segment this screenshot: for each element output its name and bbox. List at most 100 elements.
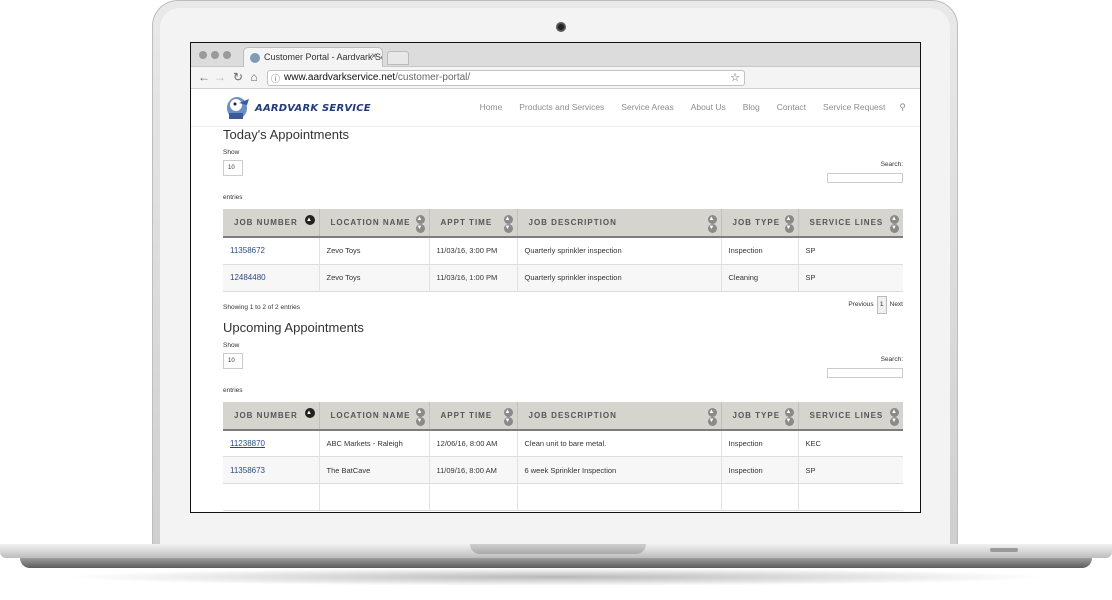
upcoming-show-label: Show <box>223 341 240 349</box>
col-appt-time[interactable]: APPT TIME ▲ ▼ <box>428 401 517 431</box>
aardvark-mascot-icon <box>227 97 249 119</box>
tab-close-icon[interactable]: × <box>371 51 377 62</box>
sort-asc-icon[interactable]: ▲ <box>304 215 315 225</box>
browser-tab-title: Customer Portal - Aardvark Se <box>264 52 383 62</box>
col-location-name[interactable]: LOCATION NAME ▲ ▼ <box>318 209 429 238</box>
site-nav: Home Products and Services Service Areas… <box>463 102 906 113</box>
table-row <box>223 483 903 511</box>
nav-service-request[interactable]: Service Request <box>823 102 885 113</box>
pagination: Previous 1 Next <box>848 295 903 314</box>
logo-text: AARDVARK SERVICE <box>255 103 371 114</box>
pager-next[interactable]: Next <box>890 301 903 308</box>
laptop-base-bottom <box>20 558 1092 568</box>
today-table: JOB NUMBER ▲ LOCATION NAME ▲ ▼ APPT TIME ▲ ▼ … <box>223 209 903 292</box>
col-job-type[interactable]: JOB TYPE ▲ ▼ <box>720 401 798 431</box>
appt-time-cell: 11/09/16, 8:00 AM <box>428 456 517 484</box>
laptop-notch <box>470 544 646 554</box>
pager-page-1[interactable]: 1 <box>876 295 887 314</box>
today-search-input[interactable] <box>827 173 903 183</box>
pager-previous[interactable]: Previous <box>848 301 873 308</box>
camera-icon <box>556 22 566 32</box>
nav-blog[interactable]: Blog <box>743 102 760 113</box>
col-job-description[interactable]: JOB DESCRIPTION ▲ ▼ <box>516 401 721 431</box>
today-table-footer: Showing 1 to 2 of 2 entries Previous 1 N… <box>223 294 903 318</box>
col-job-description[interactable]: JOB DESCRIPTION ▲ ▼ <box>516 209 721 238</box>
col-service-lines[interactable]: SERVICE LINES ▲ ▼ <box>797 401 903 431</box>
minimize-window-icon[interactable] <box>211 51 219 59</box>
job-number-link[interactable]: 11358672 <box>230 246 265 255</box>
site-logo[interactable]: AARDVARK SERVICE <box>225 93 371 121</box>
col-location-name[interactable]: LOCATION NAME ▲ ▼ <box>318 401 429 431</box>
upcoming-search-label: Search: <box>880 355 903 363</box>
nav-contact[interactable]: Contact <box>777 102 806 113</box>
job-number-link[interactable]: 11358673 <box>230 466 265 475</box>
table-row: 11358673 The BatCave 11/09/16, 8:00 AM 6… <box>223 456 903 484</box>
col-job-number[interactable]: JOB NUMBER ▲ <box>223 209 319 238</box>
nav-home[interactable]: Home <box>480 102 503 113</box>
nav-service-areas[interactable]: Service Areas <box>621 102 673 113</box>
service-lines-cell: SP <box>797 237 903 265</box>
location-cell: The BatCave <box>318 456 429 484</box>
info-icon[interactable]: ⓘ <box>271 72 280 85</box>
new-tab-button[interactable] <box>387 51 409 65</box>
sort-asc-icon[interactable]: ▲ <box>304 407 315 418</box>
site-header: AARDVARK SERVICE Home Products and Servi… <box>191 89 920 127</box>
service-lines-cell: SP <box>797 264 903 292</box>
appt-time-cell: 11/03/16, 1:00 PM <box>428 264 517 292</box>
sort-icon[interactable]: ▲ ▼ <box>784 215 795 233</box>
upcoming-title: Upcoming Appointments <box>223 319 364 335</box>
close-window-icon[interactable] <box>199 51 207 59</box>
forward-icon[interactable]: → <box>213 70 227 84</box>
upcoming-entries-label: entries <box>223 386 243 394</box>
address-bar[interactable]: ⓘ www.aardvarkservice.net/customer-porta… <box>267 70 745 86</box>
job-type-cell: Cleaning <box>720 264 798 292</box>
browser-toolbar: ← → ↻ ⌂ ⓘ www.aardvarkservice.net/custom… <box>191 67 920 89</box>
col-appt-time[interactable]: APPT TIME ▲ ▼ <box>428 209 517 238</box>
back-icon[interactable]: ← <box>197 70 211 84</box>
location-cell: Zevo Toys <box>318 237 429 265</box>
col-job-type[interactable]: JOB TYPE ▲ ▼ <box>720 209 798 238</box>
appt-time-cell: 11/03/16, 3:00 PM <box>428 237 517 265</box>
sort-icon[interactable]: ▲ ▼ <box>890 407 900 426</box>
search-icon[interactable]: ⚲ <box>899 102 906 113</box>
laptop-shadow <box>60 568 1052 586</box>
today-search-label: Search: <box>880 161 903 168</box>
sort-icon[interactable]: ▲ ▼ <box>784 407 795 426</box>
table-row: 11358672 Zevo Toys 11/03/16, 3:00 PM Qua… <box>223 237 903 265</box>
nav-about-us[interactable]: About Us <box>691 102 726 113</box>
upcoming-search-input[interactable] <box>827 367 903 378</box>
sort-icon[interactable]: ▲ ▼ <box>415 407 426 426</box>
sort-icon[interactable]: ▲ ▼ <box>707 215 718 233</box>
job-type-cell: Inspection <box>720 237 798 265</box>
today-entries-label: entries <box>223 194 243 201</box>
sort-icon[interactable]: ▲ ▼ <box>890 215 900 233</box>
job-number-link[interactable]: 12484480 <box>230 273 266 282</box>
job-type-cell: Inspection <box>720 429 798 457</box>
upcoming-table: JOB NUMBER ▲ LOCATION NAME ▲ ▼ APPT TIME ▲ ▼ … <box>223 401 903 511</box>
location-cell: Zevo Toys <box>318 264 429 292</box>
col-job-number[interactable]: JOB NUMBER ▲ <box>223 401 319 431</box>
laptop-indicator <box>990 548 1018 552</box>
bookmark-star-icon[interactable]: ☆ <box>730 71 740 85</box>
browser-tab[interactable]: Customer Portal - Aardvark Se × <box>243 47 383 67</box>
url-path: /customer-portal/ <box>395 72 471 83</box>
table-row: 11238870 ABC Markets - Raleigh 12/06/16,… <box>223 429 903 457</box>
today-show-select[interactable]: 10 <box>223 160 243 176</box>
job-description-cell: 6 week Sprinkler Inspection <box>516 456 721 484</box>
favicon-icon <box>250 53 260 63</box>
job-number-link[interactable]: 11238870 <box>230 439 265 448</box>
col-service-lines[interactable]: SERVICE LINES ▲ ▼ <box>797 209 903 238</box>
location-cell: ABC Markets - Raleigh <box>318 429 429 457</box>
nav-products-and-services[interactable]: Products and Services <box>519 102 604 113</box>
upcoming-show-select[interactable]: 10 <box>223 352 243 369</box>
job-description-cell: Clean unit to bare metal. <box>516 429 721 457</box>
sort-icon[interactable]: ▲ ▼ <box>707 407 718 426</box>
sort-icon[interactable]: ▲ ▼ <box>415 215 426 233</box>
appt-time-cell: 12/06/16, 8:00 AM <box>428 429 517 457</box>
main-content: Today's Appointments Show 10 Search: ent… <box>223 127 903 511</box>
sort-icon[interactable]: ▲ ▼ <box>503 215 514 233</box>
reload-icon[interactable]: ↻ <box>231 70 245 84</box>
home-icon[interactable]: ⌂ <box>247 70 261 84</box>
maximize-window-icon[interactable] <box>223 51 231 59</box>
sort-icon[interactable]: ▲ ▼ <box>503 407 514 426</box>
